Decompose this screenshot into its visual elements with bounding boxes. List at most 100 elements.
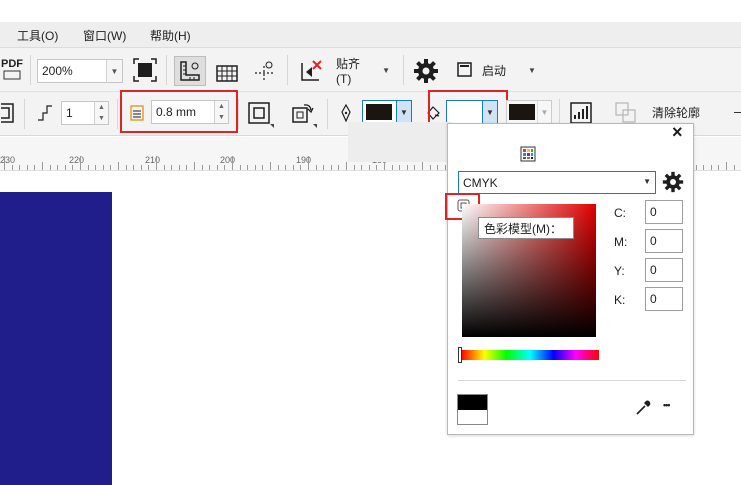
menu-window[interactable]: 窗口(W) [83,27,126,44]
chevron-down-icon: ▼ [382,65,390,75]
snap-to-dropdown[interactable]: 贴齐(T) ▼ [332,57,390,86]
yellow-label: Y: [614,264,625,278]
transform-icon [292,104,314,123]
chevron-down-icon: ▼ [537,101,551,123]
ruler-tick [247,165,248,170]
outline-color-swatch [366,104,392,120]
ruler-tick [308,156,309,170]
toolbar-separator [327,99,328,129]
ruler-tick [202,165,203,170]
chevron-down-icon[interactable]: ▼ [396,101,411,123]
ruler-tick [95,165,96,170]
hue-slider[interactable] [461,350,599,360]
color-model-value: CMYK [463,175,498,190]
toolbar-separator [117,99,118,129]
cyan-value: 0 [650,205,657,219]
wrap-text-button[interactable] [0,98,16,128]
selected-rectangle-shape[interactable] [0,192,112,485]
ruler-tick [133,165,134,170]
ruler-tick [354,165,355,170]
ruler-tick [141,165,142,170]
toolbar-separator [238,99,239,129]
tooltip: 色彩模型(M)： [478,217,574,239]
ruler-tick [12,165,13,170]
zoom-level-combo[interactable]: 200% ▼ [37,59,123,83]
tooltip-text: 色彩模型(M)： [484,221,562,236]
ruler-tick [217,165,218,170]
snap-off-button[interactable] [295,56,325,86]
zoom-level-value: 200% [42,64,73,78]
outline-color-picker[interactable]: ▼ [362,100,412,124]
toolbar-separator [30,55,31,85]
corner-icon [38,105,52,121]
ruler-tick [232,156,233,170]
magenta-value: 0 [650,234,657,248]
ruler-tick [369,165,370,170]
ruler-tick [255,165,256,170]
gear-icon [662,171,684,193]
corner-spinner[interactable]: ▲ ▼ [94,102,108,124]
ruler-tick [110,165,111,170]
launch-icon [457,62,472,77]
ruler-tick [338,165,339,170]
options-button[interactable] [410,56,442,86]
ruler-tick [240,165,241,170]
ruler-tick [323,165,324,170]
gear-icon [414,59,438,83]
toolbar-overflow[interactable] [734,112,741,113]
square-frame-icon [248,102,270,124]
ruler-icon [180,61,200,81]
full-screen-preview-button[interactable] [131,56,159,84]
ruler-tick [88,165,89,170]
menu-help[interactable]: 帮助(H) [150,27,191,44]
ruler-tick [300,165,301,170]
yellow-input[interactable]: 0 [645,258,683,282]
chevron-down-icon[interactable]: ▼ [643,177,651,186]
color-model-combo[interactable]: CMYK ▼ [458,171,656,194]
ruler-tick [696,165,697,170]
new-color-swatch [458,395,487,410]
old-color-swatch [458,409,487,424]
pen-nib-icon [341,104,351,122]
clear-outline-button[interactable]: 清除轮廓 [652,104,700,121]
color-settings-button[interactable] [662,171,686,195]
ruler-tick [164,165,165,170]
ruler-tick [399,165,400,170]
black-value: 0 [650,292,657,306]
ruler-tick [392,165,393,170]
ruler-tick [278,165,279,170]
launch-dropdown[interactable]: 启动 ▼ [456,57,546,83]
show-grid-button[interactable] [212,56,242,86]
ruler-tick [224,165,225,170]
show-guidelines-button[interactable] [249,56,279,86]
publish-pdf-button[interactable]: PDF [0,54,24,84]
hue-slider-handle[interactable] [458,347,462,363]
standard-toolbar: PDF 200% ▼ 贴齐(T) ▼ 启动 ▼ [0,48,741,92]
ruler-tick [703,165,704,170]
ruler-tick [316,165,317,170]
toolbar-separator [24,99,25,129]
full-screen-icon [133,58,157,82]
ruler-tick [376,165,377,170]
close-icon[interactable]: × [672,122,683,143]
cyan-input[interactable]: 0 [645,200,683,224]
corner-value-field[interactable]: 1 ▲ ▼ [61,101,109,125]
ruler-tick [422,162,423,170]
pdf-label: PDF [1,58,23,70]
ruler-tick [407,165,408,170]
divider [458,380,686,381]
color-palette-icon[interactable] [520,146,536,162]
toolbar-separator [166,55,167,85]
more-options-button[interactable]: ••• [663,400,671,410]
chevron-down-icon: ▼ [528,65,536,75]
ruler-tick [361,165,362,170]
chevron-down-icon[interactable]: ▼ [106,60,122,82]
show-rulers-button[interactable] [174,56,206,86]
ruler-tick [437,165,438,170]
black-input[interactable]: 0 [645,287,683,311]
menu-tools[interactable]: 工具(O) [17,27,58,44]
menu-bar: 工具(O) 窗口(W) 帮助(H) [0,22,741,48]
magenta-input[interactable]: 0 [645,229,683,253]
eyedropper-button[interactable] [634,399,652,417]
ruler-tick [718,165,719,170]
